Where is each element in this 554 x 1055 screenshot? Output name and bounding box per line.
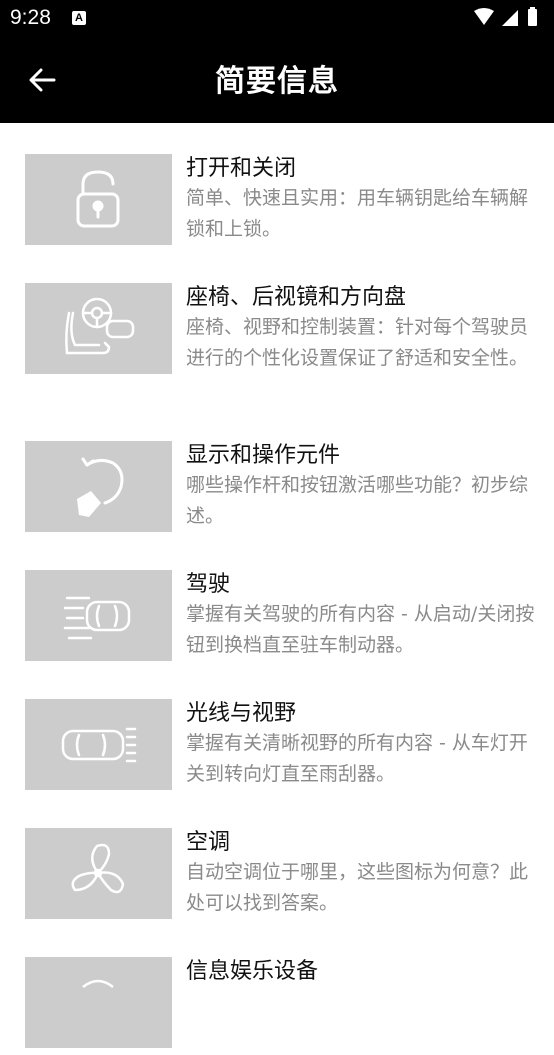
car-driving-icon bbox=[63, 596, 131, 640]
thumbnail bbox=[25, 699, 172, 790]
thumbnail bbox=[25, 154, 172, 245]
car-lights-icon bbox=[61, 727, 137, 763]
topic-list: 打开和关闭 简单、快速且实用：用车辆钥匙给车辆解锁和上锁。 座椅、后视镜和方向盘… bbox=[0, 123, 554, 1048]
touch-control-icon bbox=[77, 457, 124, 517]
item-description: 哪些操作杆和按钮激活哪些功能？初步综述。 bbox=[186, 474, 529, 527]
item-title: 光线与视野 bbox=[186, 701, 297, 726]
thumbnail bbox=[25, 570, 172, 661]
app-bar: 简要信息 bbox=[0, 36, 554, 123]
battery-icon bbox=[528, 9, 537, 26]
notification-icon: A bbox=[72, 11, 86, 25]
list-item-driving[interactable]: 驾驶 掌握有关驾驶的所有内容 - 从启动/关闭按钮到换档直至驻车制动器。 bbox=[0, 539, 554, 668]
list-item-infotainment[interactable]: 信息娱乐设备 bbox=[0, 926, 554, 1055]
thumbnail bbox=[25, 828, 172, 919]
item-title: 座椅、后视镜和方向盘 bbox=[186, 285, 407, 310]
thumbnail bbox=[25, 957, 172, 1048]
signal-icon bbox=[502, 10, 518, 26]
item-description: 掌握有关清晰视野的所有内容 - 从车灯开关到转向灯直至雨刮器。 bbox=[186, 732, 528, 785]
item-title: 显示和操作元件 bbox=[186, 443, 341, 468]
seat-steering-icon bbox=[65, 297, 135, 355]
item-description: 简单、快速且实用：用车辆钥匙给车辆解锁和上锁。 bbox=[186, 187, 529, 240]
status-time: 9:28 bbox=[10, 6, 51, 29]
thumbnail bbox=[25, 441, 172, 532]
item-description: 座椅、视野和控制装置：针对每个驾驶员进行的个性化设置保证了舒适和安全性。 bbox=[186, 316, 529, 369]
status-bar: 9:28 A bbox=[0, 0, 554, 36]
item-description: 自动空调位于哪里，这些图标为何意？此处可以找到答案。 bbox=[186, 861, 529, 914]
infotainment-icon bbox=[82, 979, 114, 989]
item-title: 信息娱乐设备 bbox=[186, 959, 319, 984]
list-item-display-controls[interactable]: 显示和操作元件 哪些操作杆和按钮激活哪些功能？初步综述。 bbox=[0, 410, 554, 539]
thumbnail bbox=[25, 283, 172, 374]
lock-icon bbox=[76, 170, 120, 228]
item-title: 空调 bbox=[186, 830, 231, 855]
item-title: 驾驶 bbox=[186, 572, 231, 597]
status-icons bbox=[474, 7, 537, 26]
list-item-open-close[interactable]: 打开和关闭 简单、快速且实用：用车辆钥匙给车辆解锁和上锁。 bbox=[0, 123, 554, 252]
item-title: 打开和关闭 bbox=[186, 156, 297, 181]
list-item-lights-visibility[interactable]: 光线与视野 掌握有关清晰视野的所有内容 - 从车灯开关到转向灯直至雨刮器。 bbox=[0, 668, 554, 797]
wifi-icon bbox=[474, 8, 494, 25]
page-title: 简要信息 bbox=[215, 64, 339, 99]
list-item-air-conditioning[interactable]: 空调 自动空调位于哪里，这些图标为何意？此处可以找到答案。 bbox=[0, 797, 554, 926]
fan-icon bbox=[71, 843, 125, 894]
item-description: 掌握有关驾驶的所有内容 - 从启动/关闭按钮到换档直至驻车制动器。 bbox=[186, 603, 535, 656]
list-item-seat-mirror-steering[interactable]: 座椅、后视镜和方向盘 座椅、视野和控制装置：针对每个驾驶员进行的个性化设置保证了… bbox=[0, 252, 554, 381]
